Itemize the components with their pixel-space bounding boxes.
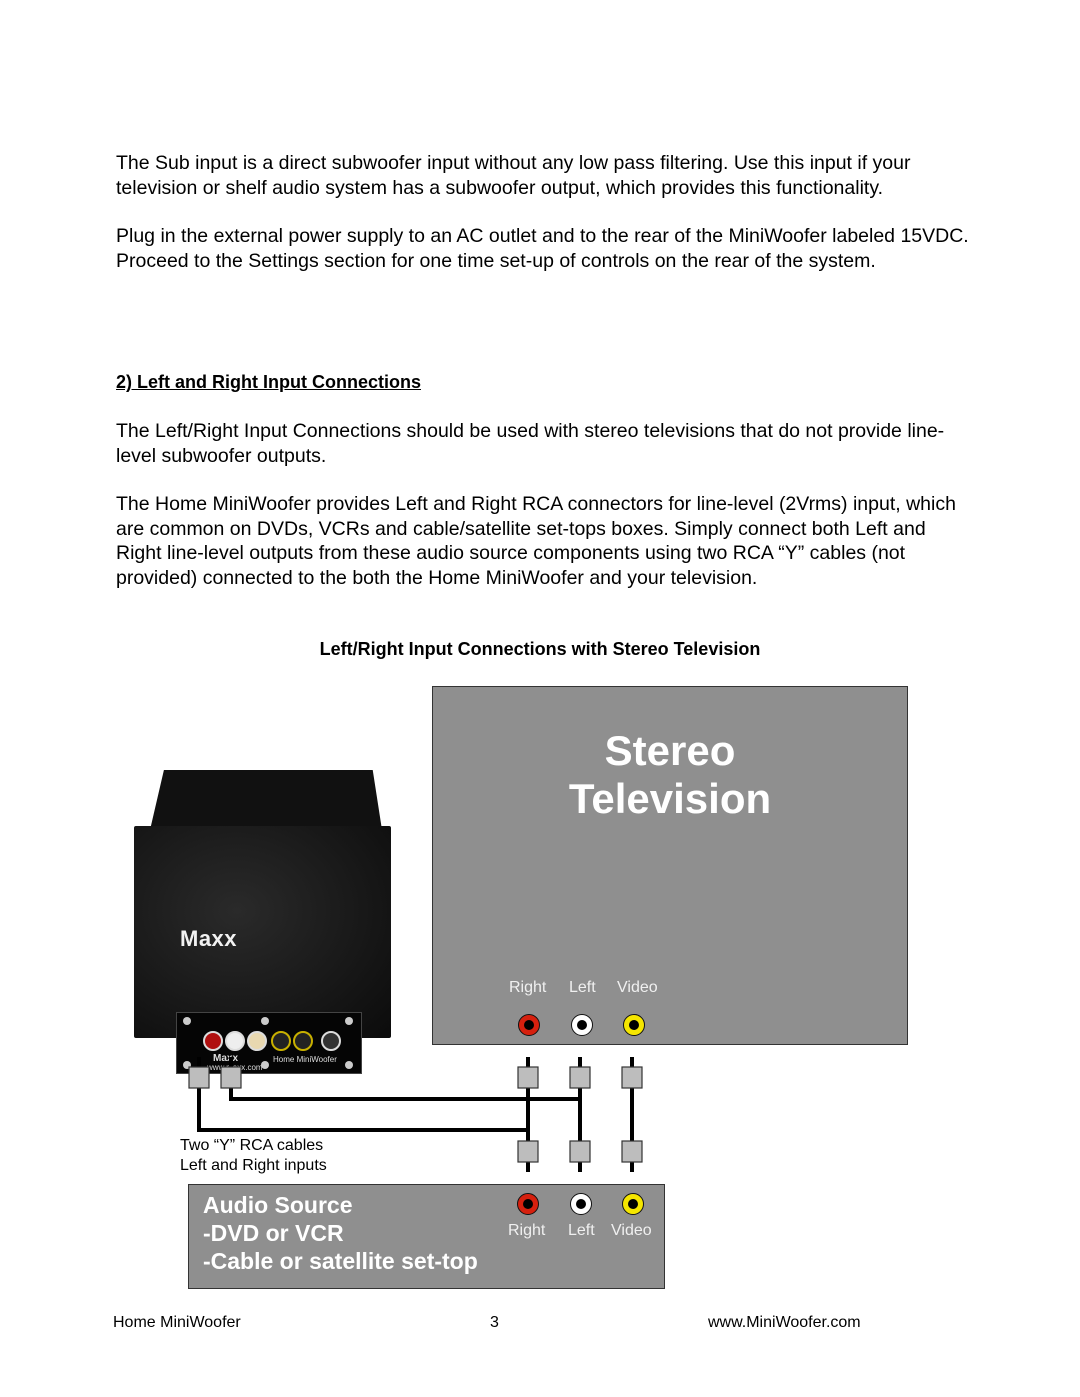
rca-plug-src-video — [621, 1140, 643, 1163]
rca-plug-src-right — [517, 1140, 539, 1163]
src-jack-left-icon — [570, 1193, 592, 1215]
audio-source-title: Audio Source — [203, 1192, 353, 1218]
rca-plug-src-left — [569, 1140, 591, 1163]
audio-source-text: Audio Source -DVD or VCR -Cable or satel… — [203, 1191, 478, 1275]
src-jack-video-icon — [622, 1193, 644, 1215]
footer-website: www.MiniWoofer.com — [708, 1314, 861, 1331]
cable-caption-line1: Two “Y” RCA cables — [180, 1137, 324, 1154]
audio-source-dvd: -DVD or VCR — [203, 1220, 344, 1246]
src-jack-label-left: Left — [568, 1222, 595, 1239]
footer-title: Home MiniWoofer — [113, 1314, 241, 1331]
rca-plug-sub-left — [220, 1066, 242, 1089]
audio-source: Audio Source -DVD or VCR -Cable or satel… — [188, 1184, 665, 1289]
rca-plug-tv-video — [621, 1066, 643, 1089]
rca-plug-tv-left — [569, 1066, 591, 1089]
rca-plug-sub-right — [188, 1066, 210, 1089]
cable-right-run — [197, 1088, 528, 1132]
audio-source-cable: -Cable or satellite set-top — [203, 1248, 478, 1274]
cable-caption: Two “Y” RCA cables Left and Right inputs — [180, 1136, 327, 1176]
cable-caption-line2: Left and Right inputs — [180, 1157, 327, 1174]
src-jack-label-right: Right — [508, 1222, 546, 1239]
page-number: 3 — [490, 1314, 499, 1331]
src-jack-right-icon — [517, 1193, 539, 1215]
rca-plug-tv-right — [517, 1066, 539, 1089]
src-jack-label-video: Video — [611, 1222, 652, 1239]
